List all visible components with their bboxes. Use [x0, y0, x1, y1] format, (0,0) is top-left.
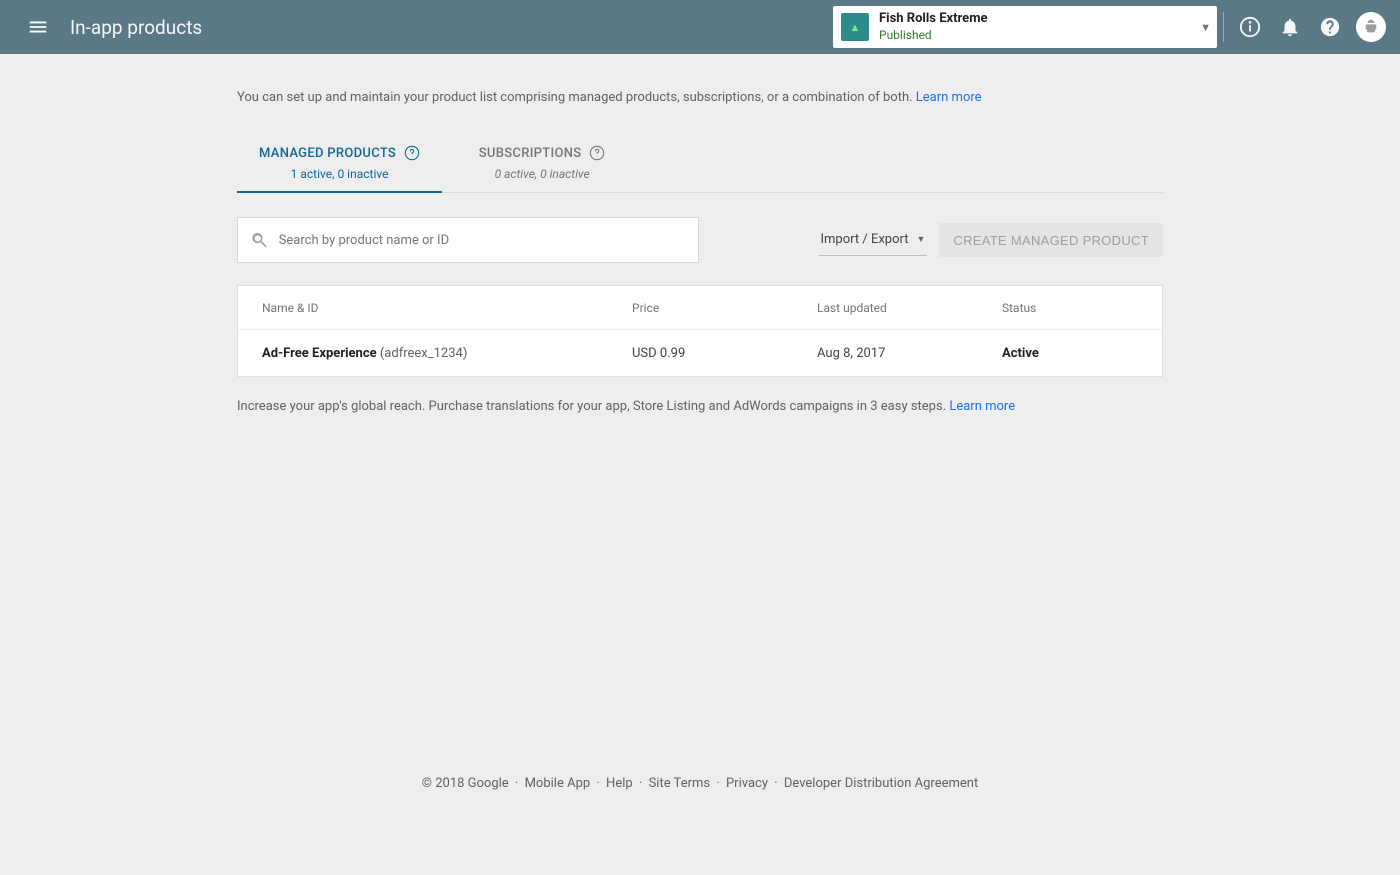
intro-text: You can set up and maintain your product… — [237, 90, 1163, 105]
tab-subscriptions[interactable]: SUBSCRIPTIONS 0 active, 0 inactive — [442, 133, 642, 193]
app-selector[interactable]: Fish Rolls Extreme Published ▼ — [833, 6, 1217, 48]
col-name: Name & ID — [262, 301, 632, 315]
info-icon — [1239, 16, 1261, 38]
footer-link[interactable]: Developer Distribution Agreement — [784, 776, 978, 791]
search-icon — [250, 230, 269, 250]
tab-help-button[interactable] — [589, 145, 605, 161]
translations-note: Increase your app's global reach. Purcha… — [237, 399, 1163, 414]
footer-copyright: © 2018 Google — [422, 776, 509, 791]
hamburger-icon — [27, 16, 49, 38]
footer-link[interactable]: Privacy — [726, 776, 768, 791]
tab-label: SUBSCRIPTIONS — [479, 146, 582, 161]
col-status: Status — [1002, 301, 1138, 315]
help-outline-icon — [589, 145, 605, 161]
footer-link[interactable]: Mobile App — [525, 776, 591, 791]
col-updated: Last updated — [817, 301, 1002, 315]
app-icon — [841, 13, 869, 41]
translations-learn-more-link[interactable]: Learn more — [949, 399, 1015, 414]
main-content: You can set up and maintain your product… — [237, 54, 1163, 414]
android-icon — [1363, 19, 1379, 35]
product-name: Ad-Free Experience — [262, 346, 377, 361]
info-button[interactable] — [1230, 7, 1270, 47]
product-id: (adfreex_1234) — [380, 346, 468, 361]
help-outline-icon — [404, 145, 420, 161]
search-input[interactable] — [279, 233, 686, 248]
col-price: Price — [632, 301, 817, 315]
tab-subtext: 1 active, 0 inactive — [259, 167, 420, 181]
chevron-down-icon: ▼ — [1200, 21, 1211, 34]
notifications-button[interactable] — [1270, 7, 1310, 47]
table-header: Name & ID Price Last updated Status — [238, 286, 1162, 330]
tab-help-button[interactable] — [404, 145, 420, 161]
chevron-down-icon: ▼ — [916, 234, 925, 245]
tabs: MANAGED PRODUCTS 1 active, 0 inactive SU… — [237, 133, 1163, 193]
import-export-label: Import / Export — [821, 232, 909, 247]
cell-status: Active — [1002, 346, 1138, 361]
app-name: Fish Rolls Extreme — [879, 11, 1194, 27]
cell-price: USD 0.99 — [632, 346, 817, 361]
bell-icon — [1279, 16, 1301, 38]
products-table: Name & ID Price Last updated Status Ad-F… — [237, 285, 1163, 377]
tab-label: MANAGED PRODUCTS — [259, 146, 396, 161]
translations-body: Increase your app's global reach. Purcha… — [237, 399, 949, 414]
toolbar: Import / Export ▼ CREATE MANAGED PRODUCT — [237, 217, 1163, 263]
intro-body: You can set up and maintain your product… — [237, 90, 916, 105]
help-icon — [1319, 16, 1341, 38]
create-managed-product-button[interactable]: CREATE MANAGED PRODUCT — [939, 223, 1163, 257]
page-title: In-app products — [70, 16, 202, 39]
footer-link[interactable]: Help — [606, 776, 633, 791]
app-status: Published — [879, 28, 1194, 43]
divider — [1223, 12, 1224, 42]
table-row[interactable]: Ad-Free Experience (adfreex_1234) USD 0.… — [238, 330, 1162, 376]
import-export-dropdown[interactable]: Import / Export ▼ — [819, 224, 928, 256]
footer-link[interactable]: Site Terms — [649, 776, 711, 791]
user-avatar[interactable] — [1356, 12, 1386, 42]
tab-managed-products[interactable]: MANAGED PRODUCTS 1 active, 0 inactive — [237, 133, 442, 193]
app-header: In-app products Fish Rolls Extreme Publi… — [0, 0, 1400, 54]
help-button[interactable] — [1310, 7, 1350, 47]
search-box[interactable] — [237, 217, 699, 263]
footer: © 2018 Google · Mobile App · Help · Site… — [0, 776, 1400, 791]
cell-updated: Aug 8, 2017 — [817, 346, 1002, 361]
menu-button[interactable] — [20, 9, 56, 45]
tab-subtext: 0 active, 0 inactive — [464, 167, 620, 181]
cell-name: Ad-Free Experience (adfreex_1234) — [262, 346, 632, 361]
intro-learn-more-link[interactable]: Learn more — [916, 90, 982, 105]
